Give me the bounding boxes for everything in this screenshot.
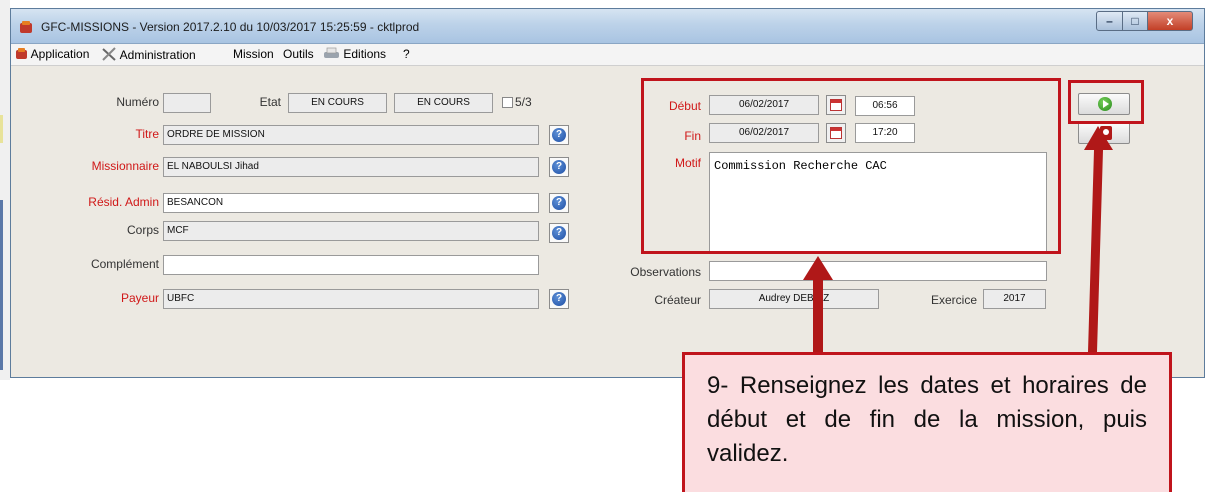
arrow-to-validate (1084, 126, 1113, 352)
arrow-to-dates (803, 256, 833, 352)
instruction-callout: 9- Renseignez les dates et horaires de d… (682, 352, 1172, 492)
